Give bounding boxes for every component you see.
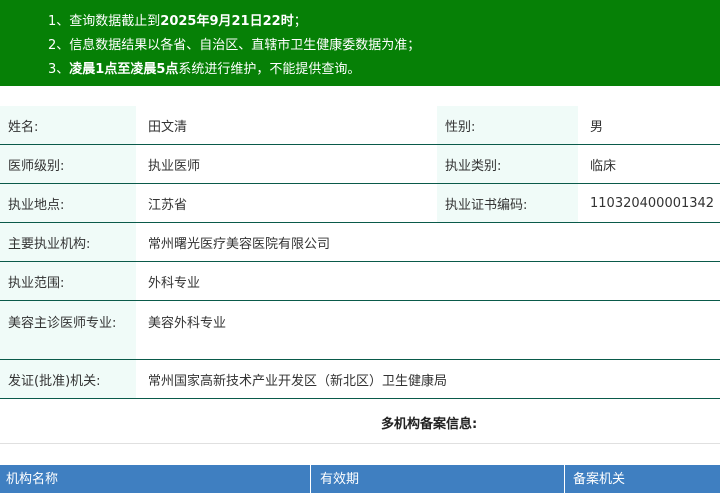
org-value: 常州曙光医疗美容医院有限公司 (136, 223, 720, 261)
column-header-validity: 有效期 (311, 465, 565, 493)
column-header-filing-authority: 备案机关 (573, 472, 626, 487)
level-label: 医师级别: (0, 145, 136, 183)
info-row-org: 主要执业机构: 常州曙光医疗美容医院有限公司 (0, 223, 720, 262)
type-label: 执业类别: (437, 145, 578, 183)
issuer-label: 发证(批准)机关: (0, 360, 136, 398)
cosmetic-value: 美容外科专业 (136, 301, 720, 359)
multi-org-table-header: 机构名称 有效期 备案机关 (0, 465, 720, 493)
name-value: 田文清 (136, 106, 437, 144)
info-row-scope: 执业范围: 外科专业 (0, 262, 720, 301)
notice-line-1: 1、查询数据截止到2025年9月21日22时； (48, 14, 307, 29)
cert-label: 执业证书编码: (437, 184, 578, 222)
doctor-info-table: 姓名: 田文清 性别: 男 医师级别: 执业医师 执业类别: 临床 执业地点: … (0, 106, 720, 399)
notice-banner: 1、查询数据截止到2025年9月21日22时； 2、信息数据结果以各省、自治区、… (0, 0, 720, 86)
info-row-level: 医师级别: 执业医师 执业类别: 临床 (0, 145, 720, 184)
location-label: 执业地点: (0, 184, 136, 222)
level-value: 执业医师 (136, 145, 437, 183)
org-label: 主要执业机构: (0, 223, 136, 261)
scope-label: 执业范围: (0, 262, 136, 300)
cert-value: 110320400001342 (578, 184, 720, 222)
scope-value: 外科专业 (136, 262, 720, 300)
notice-line-2: 2、信息数据结果以各省、自治区、直辖市卫生健康委数据为准； (48, 38, 421, 53)
type-value: 临床 (578, 145, 720, 183)
column-header-org-name: 机构名称 (0, 465, 311, 493)
multi-org-section: 多机构备案信息: (0, 400, 720, 444)
cosmetic-label: 美容主诊医师专业: (0, 301, 136, 359)
info-row-cosmetic: 美容主诊医师专业: 美容外科专业 (0, 301, 720, 360)
gender-label: 性别: (437, 106, 578, 144)
gender-value: 男 (578, 106, 720, 144)
info-row-name: 姓名: 田文清 性别: 男 (0, 106, 720, 145)
info-row-location: 执业地点: 江苏省 执业证书编码: 110320400001342 (0, 184, 720, 223)
name-label: 姓名: (0, 106, 136, 144)
multi-org-title: 多机构备案信息: (381, 417, 478, 432)
location-value: 江苏省 (136, 184, 437, 222)
info-row-issuer: 发证(批准)机关: 常州国家高新技术产业开发区（新北区）卫生健康局 (0, 360, 720, 399)
issuer-value: 常州国家高新技术产业开发区（新北区）卫生健康局 (136, 360, 720, 398)
notice-line-3: 3、凌晨1点至凌晨5点系统进行维护，不能提供查询。 (48, 62, 361, 77)
